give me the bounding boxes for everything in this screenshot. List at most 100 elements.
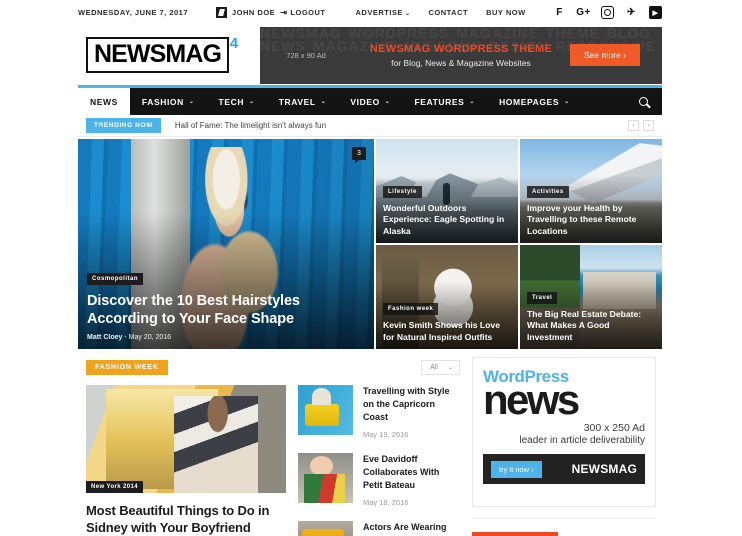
site-header: NEWSMAG 4 728 x 90 Ad NEWSMAG WORDPRESS … [78,25,662,85]
facebook-icon[interactable]: f [553,6,566,19]
trending-bar: TRENDING NOW Hall of Fame: The limelight… [78,115,662,137]
featured-overlay-2: Activities Improve your Health by Travel… [527,180,655,238]
logout-label: LOGOUT [290,8,326,17]
main-column: FASHION WEEK All ⌄ New York 2014 Most Be… [78,357,468,536]
category-badge[interactable]: Cosmopolitan [87,273,143,285]
top-menu-item-advertise[interactable]: ADVERTISE ⌄ [356,8,411,17]
top-menu: ADVERTISE ⌄ CONTACT BUY NOW [356,8,526,17]
featured-overlay-4: Travel The Big Real Estate Debate: What … [527,286,655,344]
list-item-title[interactable]: Travelling with Style on the Capricorn C… [363,385,460,424]
featured-card-1[interactable]: Lifestyle Wonderful Outdoors Experience:… [376,139,518,243]
nav-item-tech[interactable]: TECH ⌄ [207,88,267,115]
nav-item-features[interactable]: FEATURES ⌄ [402,88,487,115]
logout-button[interactable]: ⇥ LOGOUT [280,8,325,17]
article-list: Travelling with Style on the Capricorn C… [298,385,460,536]
nav-item-fashion[interactable]: FASHION ⌄ [130,88,207,115]
nav-item-video[interactable]: VIDEO ⌄ [338,88,402,115]
trending-headline[interactable]: Hall of Fame: The limelight isn't always… [175,121,326,130]
featured-main-overlay: Cosmopolitan Discover the 10 Best Hairst… [87,267,365,341]
list-item-image [298,521,353,536]
trending-badge: TRENDING NOW [86,118,161,133]
nav-item-travel[interactable]: TRAVEL ⌄ [267,88,339,115]
twitter-icon[interactable]: ✈ [625,6,638,19]
list-item[interactable]: Actors Are Wearing the Best from Paris W… [298,521,460,536]
logo-version: 4 [229,35,239,52]
featured-title-2[interactable]: Improve your Health by Travelling to the… [527,203,655,238]
nav-search-button[interactable] [625,88,662,115]
section-body: New York 2014 Most Beautiful Things to D… [86,385,460,536]
user-name[interactable]: JOHN DOE [232,8,275,17]
section-badge-popular-video[interactable]: POPULAR VIDEO [472,532,559,536]
section-feature-card[interactable]: New York 2014 Most Beautiful Things to D… [86,385,286,536]
section-feature-title[interactable]: Most Beautiful Things to Do in Sidney wi… [86,502,286,536]
logo-box: NEWSMAG 4 [86,35,238,73]
youtube-icon[interactable]: ▶ [649,6,662,19]
featured-grid: 3 Cosmopolitan Discover the 10 Best Hair… [78,137,662,349]
list-item-image [298,385,353,435]
featured-row-top: Lifestyle Wonderful Outdoors Experience:… [376,139,662,243]
trending-next-button[interactable]: › [643,120,654,131]
featured-card-3[interactable]: Fashion week Kevin Smith Shows his Love … [376,245,518,349]
featured-overlay-1: Lifestyle Wonderful Outdoors Experience:… [383,180,511,238]
section-header: FASHION WEEK All ⌄ [86,357,460,377]
sidebar-ad-footer: try it now › NEWSMAG [483,454,645,484]
list-item-title[interactable]: Eve Davidoff Collaborates With Petit Bat… [363,453,460,492]
nav-item-homepages[interactable]: HOMEPAGES ⌄ [487,88,582,115]
chevron-down-icon: ⌄ [249,99,255,105]
comment-count-badge[interactable]: 3 [352,147,366,163]
list-item-image [298,453,353,503]
filter-value: All [430,363,438,371]
list-item-title[interactable]: Actors Are Wearing the Best from Paris W… [363,521,460,536]
trending-prev-button[interactable]: ‹ [628,120,639,131]
sidebar-ad-brand-bottom: NEWSMAG [571,462,637,476]
list-item[interactable]: Eve Davidoff Collaborates With Petit Bat… [298,453,460,507]
featured-main-title[interactable]: Discover the 10 Best Hairstyles Accordin… [87,292,365,328]
featured-title-1[interactable]: Wonderful Outdoors Experience: Eagle Spo… [383,203,511,238]
popular-video-section: POPULAR VIDEO [472,518,656,536]
top-menu-item-contact[interactable]: CONTACT [428,8,468,17]
google-plus-icon[interactable]: G+ [576,6,590,19]
user-block[interactable]: JOHN DOE ⇥ LOGOUT [216,7,325,18]
section-feature-image [86,385,286,493]
featured-card-4[interactable]: Travel The Big Real Estate Debate: What … [520,245,662,349]
category-badge[interactable]: Activities [527,185,569,198]
chevron-down-icon: ⌄ [404,11,411,17]
chevron-down-icon: ⌄ [447,364,453,371]
browser-viewport: WEDNESDAY, JUNE 7, 2017 JOHN DOE ⇥ LOGOU… [0,0,742,536]
chevron-down-icon: ⌄ [564,99,570,105]
top-menu-item-buy-now[interactable]: BUY NOW [486,8,526,17]
featured-overlay-3: Fashion week Kevin Smith Shows his Love … [383,297,511,343]
sidebar-ad-tagline: leader in article deliverability [519,435,645,446]
main-nav: NEWS FASHION ⌄ TECH ⌄ TRAVEL ⌄ VIDEO ⌄ FEATU… [78,88,662,115]
sidebar-ad-cta-button[interactable]: try it now › [491,460,542,478]
category-badge[interactable]: Lifestyle [383,185,422,198]
section-feature-label: New York 2014 [86,481,144,493]
top-bar: WEDNESDAY, JUNE 7, 2017 JOHN DOE ⇥ LOGOU… [78,0,662,25]
leaderboard-ad[interactable]: 728 x 90 Ad NEWSMAG WORDPRESS THEME for … [260,26,662,84]
list-item[interactable]: Travelling with Style on the Capricorn C… [298,385,460,439]
list-item-date: May 18, 2016 [363,498,409,507]
category-badge[interactable]: Travel [527,291,558,304]
featured-title-3[interactable]: Kevin Smith Shows his Love for Natural I… [383,320,511,343]
section-badge-fashion-week[interactable]: FASHION WEEK [86,359,168,375]
category-badge[interactable]: Fashion week [383,303,439,315]
featured-side-grid: Lifestyle Wonderful Outdoors Experience:… [376,139,662,349]
featured-title-4[interactable]: The Big Real Estate Debate: What Makes A… [527,309,655,344]
logo[interactable]: NEWSMAG 4 [78,35,260,73]
sidebar-ad-slot-label: 300 x 250 Ad [583,422,645,434]
sidebar-ad[interactable]: WordPress news 300 x 250 Ad leader in ar… [472,357,656,507]
nav-item-news[interactable]: NEWS [78,88,130,115]
publish-date: May 20, 2016 [128,334,172,341]
avatar [216,7,228,18]
featured-row-bottom: Fashion week Kevin Smith Shows his Love … [376,245,662,349]
chevron-down-icon: ⌄ [384,99,391,105]
featured-main-card[interactable]: 3 Cosmopolitan Discover the 10 Best Hair… [78,139,374,349]
ad-see-more-button[interactable]: See more › [569,44,640,66]
logo-text: NEWSMAG [94,40,222,68]
featured-main-byline: Matt Cloey - May 20, 2016 [87,334,172,341]
logout-icon: ⇥ [280,8,288,17]
instagram-icon[interactable] [601,6,614,19]
current-date: WEDNESDAY, JUNE 7, 2017 [78,8,189,17]
featured-card-2[interactable]: Activities Improve your Health by Travel… [520,139,662,243]
category-filter-select[interactable]: All ⌄ [421,359,460,375]
